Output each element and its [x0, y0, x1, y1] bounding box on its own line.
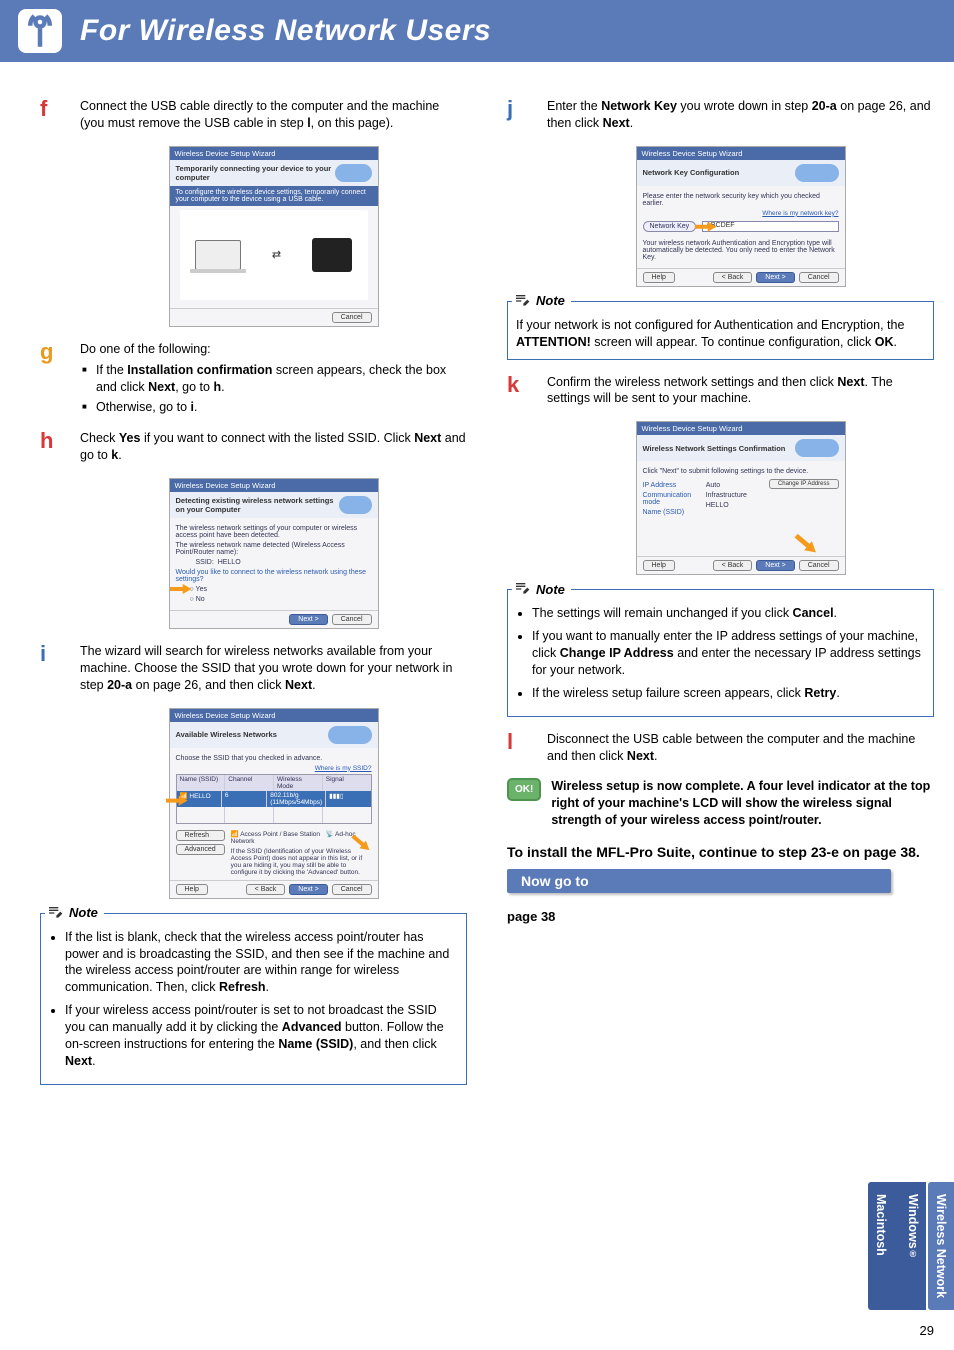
- cancel-button[interactable]: Cancel: [332, 614, 372, 625]
- wifi-logo-icon: [339, 496, 371, 514]
- step-l-body: Disconnect the USB cable between the com…: [547, 731, 934, 769]
- note-box-left: Note If the list is blank, check that th…: [40, 913, 467, 1085]
- screenshot-h: Wireless Device Setup Wizard Detecting e…: [169, 478, 379, 629]
- help-button[interactable]: Help: [643, 272, 675, 283]
- cancel-button[interactable]: Cancel: [799, 272, 839, 283]
- help-button[interactable]: Help: [176, 884, 208, 895]
- install-heading: To install the MFL-Pro Suite, continue t…: [507, 843, 934, 861]
- back-button[interactable]: < Back: [713, 272, 753, 283]
- cancel-button[interactable]: Cancel: [332, 884, 372, 895]
- step-h-body: Check Yes if you want to connect with th…: [80, 430, 467, 468]
- page-reference[interactable]: page 38: [507, 909, 934, 924]
- antenna-icon: [22, 13, 58, 49]
- step-i-body: The wizard will search for wireless netw…: [80, 643, 467, 698]
- usb-diagram: ⇄: [180, 210, 368, 300]
- wireless-icon: [16, 7, 64, 55]
- where-ssid-link[interactable]: Where is my SSID?: [176, 765, 372, 772]
- pencil-note-icon: [514, 581, 530, 597]
- step-g-body: Do one of the following: If the Installa…: [80, 341, 467, 421]
- note-heading: Note: [512, 291, 571, 311]
- ok-badge: OK!: [507, 778, 541, 801]
- note-heading: Note: [45, 903, 104, 923]
- note-heading: Note: [512, 579, 571, 599]
- laptop-icon: [195, 240, 241, 270]
- left-column: f Connect the USB cable directly to the …: [40, 98, 467, 1099]
- where-key-link[interactable]: Where is my network key?: [643, 210, 839, 217]
- tab-wireless-network[interactable]: Wireless Network: [928, 1182, 954, 1310]
- step-k-body: Confirm the wireless network settings an…: [547, 374, 934, 412]
- step-f-body: Connect the USB cable directly to the co…: [80, 98, 467, 136]
- back-button[interactable]: < Back: [713, 560, 753, 571]
- step-letter-j: j: [507, 98, 547, 120]
- printer-icon: [312, 238, 352, 272]
- step-letter-i: i: [40, 643, 80, 665]
- ok-block: OK! Wireless setup is now complete. A fo…: [507, 778, 934, 829]
- back-button[interactable]: < Back: [246, 884, 286, 895]
- help-button[interactable]: Help: [643, 560, 675, 571]
- screenshot-i: Wireless Device Setup Wizard Available W…: [169, 708, 379, 899]
- side-tabs: Wireless Network Windows® Macintosh: [868, 1182, 954, 1310]
- pointer-arrow-icon: [792, 531, 820, 557]
- step-letter-f: f: [40, 98, 80, 120]
- wifi-logo-icon: [328, 726, 372, 744]
- cancel-button[interactable]: Cancel: [799, 560, 839, 571]
- screenshot-j: Wireless Device Setup Wizard Network Key…: [636, 146, 846, 287]
- step-letter-k: k: [507, 374, 547, 396]
- note-box-k: Note The settings will remain unchanged …: [507, 589, 934, 716]
- next-button[interactable]: Next >: [756, 560, 794, 571]
- arrow-icon: ⇄: [272, 248, 281, 261]
- step-letter-g: g: [40, 341, 80, 363]
- advanced-button[interactable]: Advanced: [176, 844, 225, 855]
- wifi-logo-icon: [335, 164, 372, 182]
- screenshot-k: Wireless Device Setup Wizard Wireless Ne…: [636, 421, 846, 575]
- next-button[interactable]: Next >: [289, 614, 327, 625]
- pointer-arrow-icon: [170, 584, 192, 594]
- step-letter-l: l: [507, 731, 547, 753]
- step-letter-h: h: [40, 430, 80, 452]
- header-title: For Wireless Network Users: [80, 14, 491, 48]
- cancel-button[interactable]: Cancel: [332, 312, 372, 323]
- right-column: j Enter the Network Key you wrote down i…: [507, 98, 934, 1099]
- step-j-body: Enter the Network Key you wrote down in …: [547, 98, 934, 136]
- note-box-j: Note If your network is not configured f…: [507, 301, 934, 360]
- next-button[interactable]: Next >: [756, 272, 794, 283]
- section-header: For Wireless Network Users: [0, 0, 954, 62]
- ok-text: Wireless setup is now complete. A four l…: [551, 778, 934, 829]
- pencil-note-icon: [47, 905, 63, 921]
- refresh-button[interactable]: Refresh: [176, 830, 225, 841]
- screenshot-f: Wireless Device Setup Wizard Temporarily…: [169, 146, 379, 327]
- now-go-to-bar: Now go to: [507, 869, 891, 893]
- page-number: 29: [920, 1323, 934, 1338]
- ssid-table: Name (SSID)ChannelWireless ModeSignal 📶 …: [176, 774, 372, 824]
- network-key-input[interactable]: ABCDEF: [702, 221, 838, 232]
- network-key-label: Network Key: [643, 221, 697, 232]
- next-button[interactable]: Next >: [289, 884, 327, 895]
- wifi-logo-icon: [795, 164, 839, 182]
- pencil-note-icon: [514, 293, 530, 309]
- wifi-logo-icon: [795, 439, 839, 457]
- change-ip-button[interactable]: Change IP Address: [769, 479, 839, 489]
- tab-os[interactable]: Windows® Macintosh: [868, 1182, 926, 1310]
